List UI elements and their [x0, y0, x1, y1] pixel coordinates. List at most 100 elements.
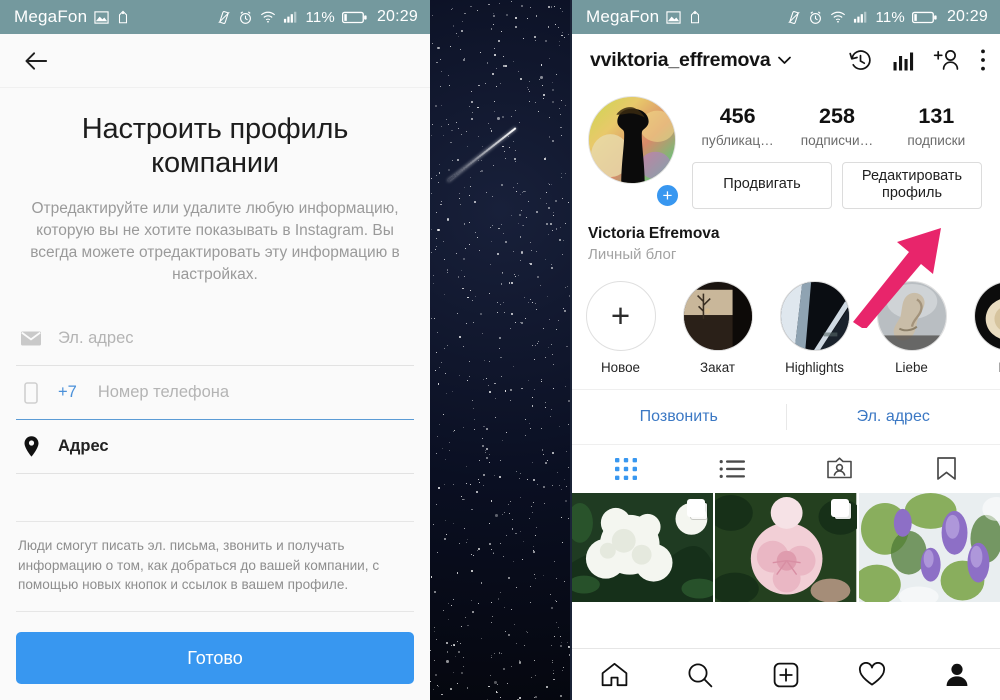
star-dot — [493, 551, 495, 553]
done-button[interactable]: Готово — [16, 632, 414, 684]
star-dot — [532, 405, 534, 407]
star-dot — [485, 427, 488, 430]
star-dot — [434, 673, 437, 676]
bio-category: Личный блог — [588, 245, 677, 263]
star-dot — [482, 445, 485, 447]
star-dot — [431, 124, 433, 125]
star-dot — [509, 388, 512, 391]
list-tab[interactable] — [679, 445, 786, 493]
star-dot — [447, 345, 448, 347]
search-nav-item[interactable] — [658, 662, 744, 688]
add-person-icon[interactable] — [933, 48, 961, 72]
highlight-cover-3[interactable] — [876, 280, 947, 351]
star-dot — [439, 58, 441, 60]
tagged-tab[interactable] — [786, 445, 893, 493]
star-dot — [519, 477, 521, 479]
username-label[interactable]: vviktoria_effremova — [590, 49, 771, 72]
star-dot — [564, 478, 565, 480]
star-dot — [473, 429, 475, 431]
insights-bar-chart-icon[interactable] — [892, 49, 914, 72]
star-dot — [531, 397, 533, 398]
highlight-cover-2[interactable] — [779, 280, 850, 351]
add-post-nav-item[interactable] — [743, 662, 829, 688]
phone-field-row[interactable]: +7 Номер телефона — [16, 366, 414, 421]
add-highlight-circle[interactable]: + — [585, 280, 656, 351]
star-dot — [456, 682, 459, 684]
stat-following[interactable]: 131 подписки — [893, 104, 979, 148]
star-dot — [491, 656, 493, 658]
edit-profile-button[interactable]: Редактировать профиль — [842, 161, 982, 209]
star-dot — [533, 551, 535, 554]
star-dot — [444, 483, 445, 485]
star-dot — [529, 427, 531, 429]
stat-posts[interactable]: 456 публикац… — [695, 104, 781, 148]
star-dot — [442, 241, 444, 243]
star-dot — [445, 372, 447, 375]
archive-history-icon[interactable] — [848, 48, 873, 73]
grid-icon — [614, 457, 637, 480]
star-dot — [511, 282, 514, 285]
highlight-new[interactable]: + Новое — [572, 280, 669, 375]
star-dot — [554, 635, 555, 637]
promote-button[interactable]: Продвигать — [692, 161, 832, 209]
profile-avatar[interactable] — [588, 96, 676, 184]
star-dot — [552, 89, 554, 91]
star-dot — [536, 15, 538, 17]
overflow-menu-icon[interactable] — [980, 48, 986, 72]
highlight-item[interactable]: Hig — [960, 280, 1000, 375]
photo-cell[interactable] — [715, 492, 857, 649]
star-dot — [486, 192, 487, 194]
highlight-item[interactable]: Highlights — [766, 280, 863, 375]
star-dot — [534, 388, 536, 390]
star-dot — [434, 369, 436, 371]
star-dot — [467, 624, 469, 627]
star-dot — [465, 248, 466, 250]
highlight-item[interactable]: Закат — [669, 280, 766, 375]
star-dot — [438, 366, 441, 368]
highlight-item[interactable]: Liebe — [863, 280, 960, 375]
chevron-down-icon[interactable] — [778, 56, 792, 65]
star-dot — [505, 534, 507, 536]
star-dot — [460, 204, 461, 205]
star-dot — [512, 519, 513, 521]
star-dot — [550, 644, 552, 646]
grid-tab[interactable] — [572, 445, 679, 493]
email-button[interactable]: Эл. адрес — [786, 389, 1000, 444]
star-dot — [507, 633, 511, 637]
saved-tab[interactable] — [893, 445, 1000, 493]
back-arrow-icon[interactable] — [16, 41, 56, 81]
star-dot — [523, 540, 525, 542]
highlight-cover-1[interactable] — [682, 280, 753, 351]
star-dot — [514, 158, 517, 160]
email-field-row[interactable]: Эл. адрес — [16, 312, 414, 367]
star-dot — [459, 48, 461, 50]
address-field-row[interactable]: Адрес — [16, 420, 414, 475]
star-dot — [456, 312, 459, 315]
star-dot — [515, 150, 517, 151]
star-dot — [528, 88, 529, 90]
star-dot — [458, 35, 460, 37]
star-dot — [561, 34, 563, 36]
home-nav-item[interactable] — [572, 662, 658, 687]
highlight-art-sunset — [683, 281, 752, 350]
star-dot — [507, 503, 510, 506]
stat-followers[interactable]: 258 подписчи… — [794, 104, 880, 148]
photo-cell[interactable] — [572, 492, 714, 649]
star-dot — [493, 681, 497, 685]
star-dot — [488, 461, 490, 463]
star-dot — [491, 654, 493, 656]
add-story-badge-icon[interactable]: + — [655, 182, 680, 208]
list-icon — [719, 459, 745, 478]
star-dot — [467, 296, 469, 299]
call-button[interactable]: Позвонить — [572, 389, 786, 444]
star-dot — [515, 110, 517, 111]
star-dot — [484, 449, 486, 451]
star-dot — [453, 598, 455, 600]
activity-nav-item[interactable] — [829, 662, 915, 687]
highlight-cover-4[interactable] — [973, 280, 1000, 351]
photo-cell[interactable] — [858, 492, 1000, 649]
star-dot — [534, 39, 536, 42]
profile-nav-item[interactable] — [914, 662, 1000, 687]
star-layer — [430, 0, 570, 700]
star-dot — [501, 514, 503, 515]
